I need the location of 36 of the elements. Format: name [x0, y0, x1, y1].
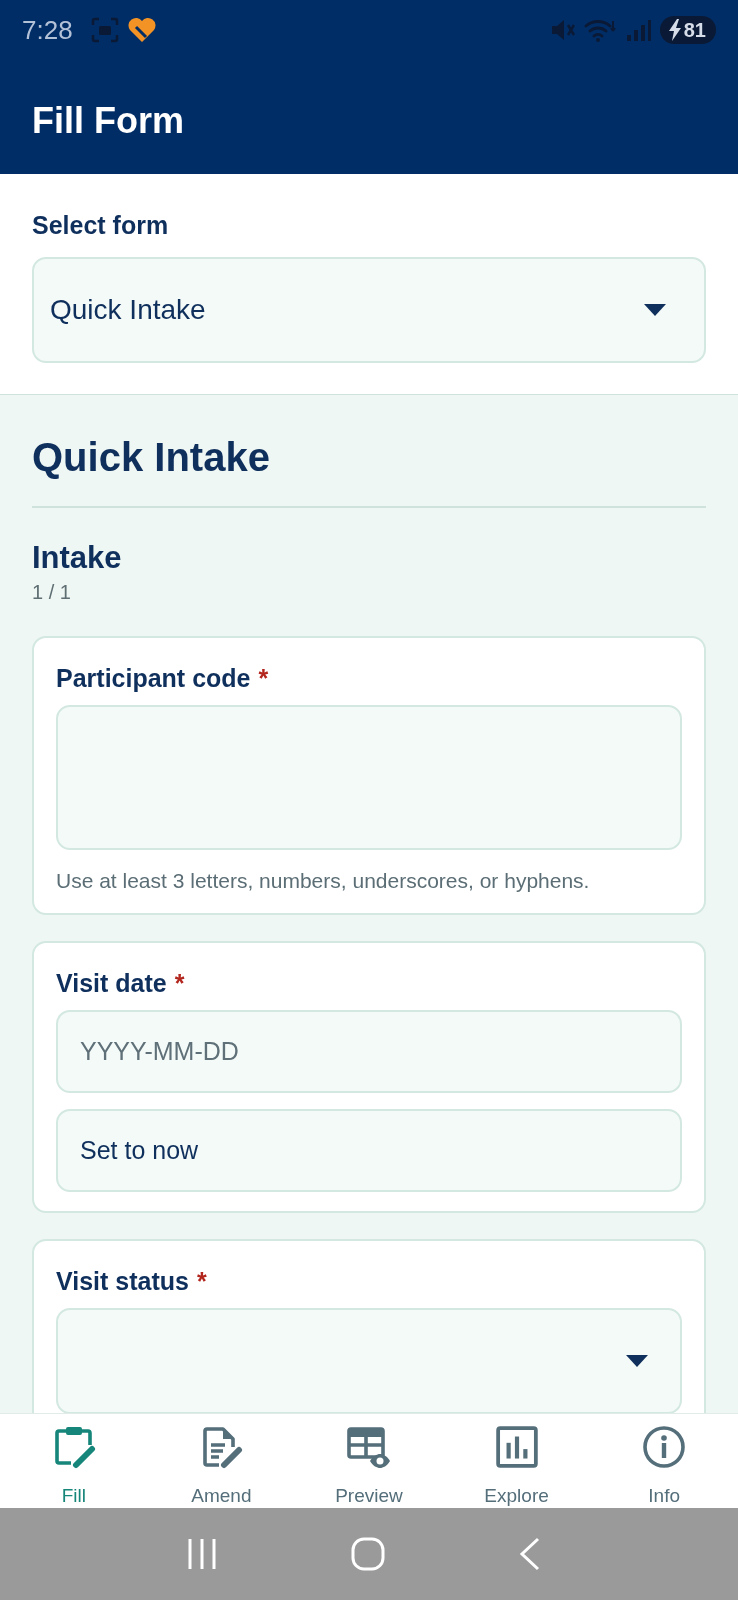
- set-to-now-button[interactable]: Set to now: [56, 1109, 682, 1192]
- home-icon[interactable]: [351, 1537, 385, 1571]
- bar-chart-icon: [494, 1425, 539, 1469]
- nav-tab[interactable]: Explore: [442, 1414, 591, 1508]
- field-label: Visit date: [56, 968, 167, 998]
- info-icon: [642, 1425, 687, 1469]
- caret-icon: [626, 1355, 648, 1367]
- required-asterisk: *: [174, 968, 185, 998]
- caret-icon: [644, 304, 666, 316]
- nav-tab[interactable]: Amend: [147, 1414, 296, 1508]
- helper-text: Use at least 3 letters, numbers, underscores, or hyphens.: [56, 868, 590, 894]
- required-asterisk: *: [258, 663, 269, 693]
- nav-tab[interactable]: Preview: [295, 1414, 443, 1508]
- heart-icon: [126, 17, 157, 43]
- form-select-dropdown[interactable]: Quick Intake: [32, 257, 706, 363]
- signal-icon: [625, 18, 652, 42]
- text-area-field[interactable]: [56, 705, 682, 850]
- table-eye-icon: [346, 1425, 392, 1469]
- wifi-icon: [583, 17, 618, 43]
- field-label: Participant code: [56, 663, 251, 693]
- nav-tab[interactable]: Info: [590, 1414, 738, 1508]
- page-counter: 1 / 1: [32, 580, 71, 604]
- required-asterisk: *: [196, 1266, 207, 1296]
- mute-icon: [549, 18, 576, 42]
- form-title: Quick Intake: [32, 434, 270, 481]
- screenshot-icon: [90, 17, 119, 43]
- app-title: Fill Form: [32, 99, 184, 142]
- nav-tab[interactable]: Fill: [0, 1414, 148, 1508]
- battery-percent: 81: [683, 18, 706, 42]
- back-icon[interactable]: [519, 1537, 541, 1571]
- section-title: Intake: [32, 539, 122, 576]
- field-label: Visit status: [56, 1266, 189, 1296]
- field-label: Select form: [32, 210, 169, 240]
- status-time: 7:28: [22, 15, 73, 45]
- date-input-field[interactable]: YYYY-MM-DD: [56, 1010, 682, 1093]
- recent-apps-icon[interactable]: [187, 1537, 217, 1571]
